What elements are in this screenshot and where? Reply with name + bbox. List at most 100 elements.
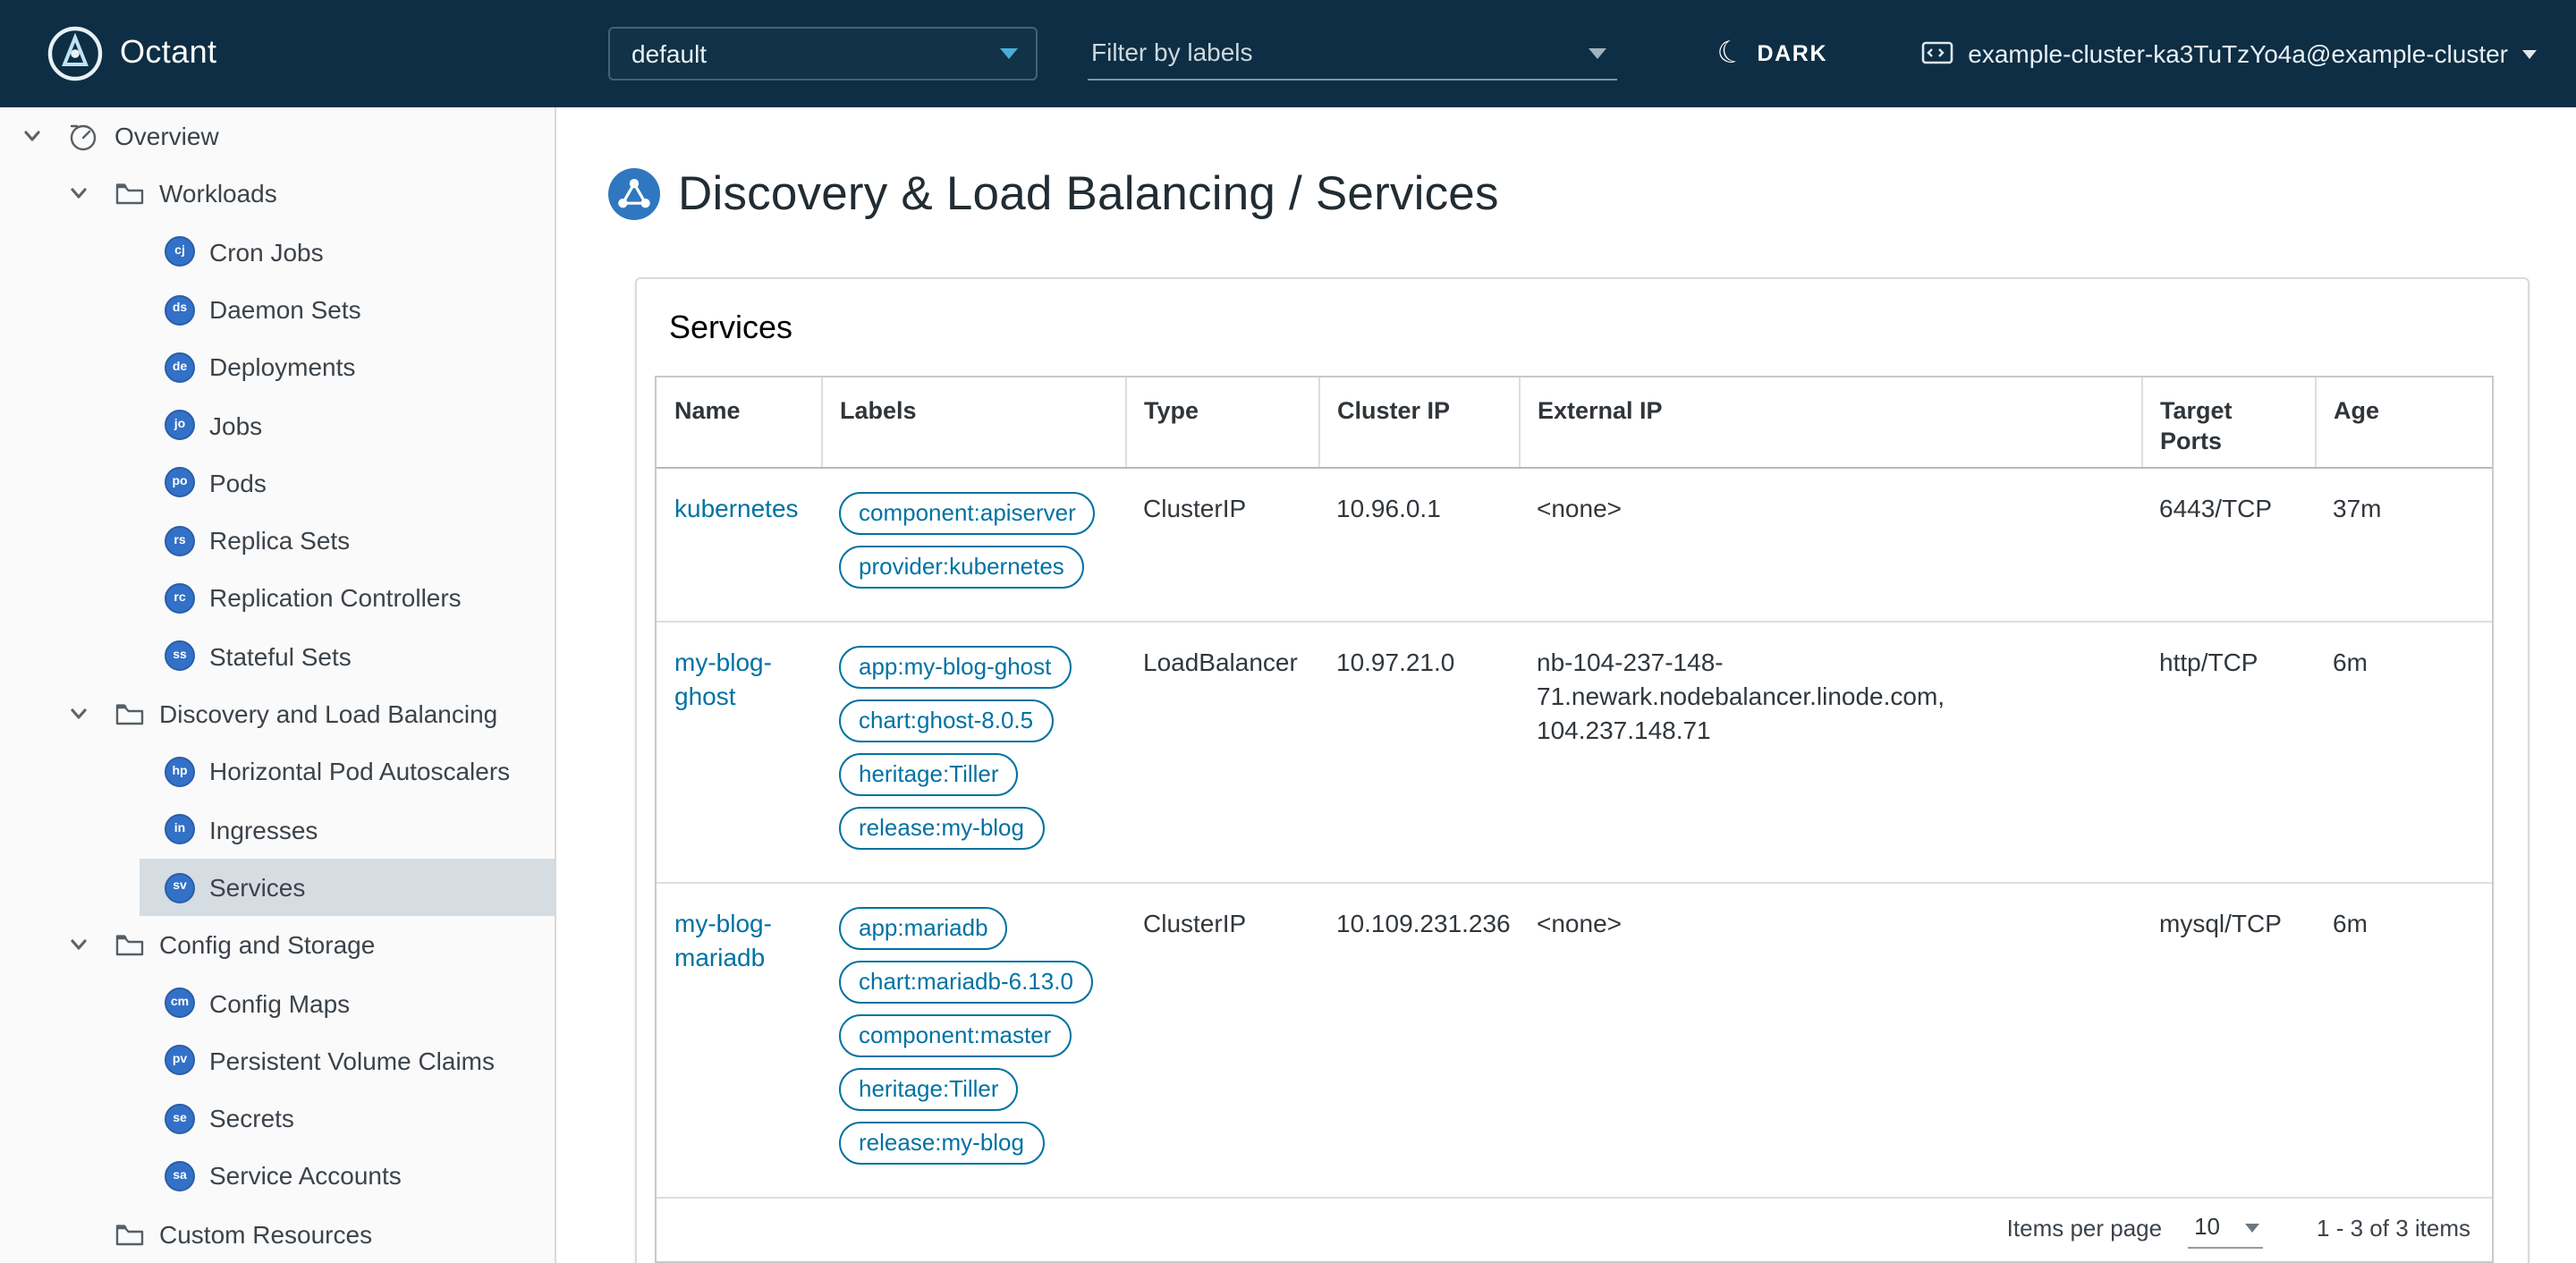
sidebar-item-cron-jobs[interactable]: cj Cron Jobs bbox=[140, 223, 555, 281]
table-row: kubernetes component:apiserver provider:… bbox=[657, 467, 2492, 623]
label-pill[interactable]: chart:ghost-8.0.5 bbox=[839, 699, 1054, 742]
cluster-ip: 10.97.21.0 bbox=[1318, 621, 1519, 884]
page-title: Discovery & Load Balancing / Services bbox=[678, 166, 1499, 220]
pvc-icon: pv bbox=[165, 1045, 195, 1076]
sidebar-item-label: Replication Controllers bbox=[209, 583, 462, 613]
sidebar-item-ingresses[interactable]: in Ingresses bbox=[140, 801, 555, 859]
namespace-select[interactable]: default bbox=[608, 27, 1038, 81]
chevron-down-icon bbox=[1589, 47, 1606, 58]
cluster-ip: 10.96.0.1 bbox=[1318, 467, 1519, 623]
serviceaccounts-icon: sa bbox=[165, 1160, 195, 1191]
chevron-down-icon[interactable] bbox=[68, 703, 89, 725]
sidebar-item-label: Ingresses bbox=[209, 815, 318, 844]
brand: Octant bbox=[47, 0, 216, 107]
services-card: Services Name Labels Type Cluster IP Ext… bbox=[635, 277, 2529, 1263]
main-content: Discovery & Load Balancing / Services Se… bbox=[556, 107, 2576, 1263]
label-pill[interactable]: app:mariadb bbox=[839, 906, 1008, 950]
label-pill[interactable]: component:apiserver bbox=[839, 491, 1096, 535]
label-pill[interactable]: release:my-blog bbox=[839, 806, 1044, 850]
sidebar-item-label: Jobs bbox=[209, 411, 263, 440]
sidebar-item-overview[interactable]: Overview bbox=[0, 107, 555, 165]
sidebar-item-secrets[interactable]: se Secrets bbox=[140, 1089, 555, 1148]
jobs-icon: jo bbox=[165, 410, 195, 441]
sidebar-item-discovery-and-load-balancing[interactable]: Discovery and Load Balancing bbox=[0, 685, 555, 743]
sidebar-item-custom-resources[interactable]: Custom Resources bbox=[0, 1205, 555, 1263]
sidebar-item-services[interactable]: sv Services bbox=[140, 858, 555, 917]
pods-icon: po bbox=[165, 467, 195, 498]
sidebar-item-label: Daemon Sets bbox=[209, 294, 361, 324]
page-header: Discovery & Load Balancing / Services bbox=[608, 163, 2529, 225]
label-pill[interactable]: app:my-blog-ghost bbox=[839, 645, 1072, 689]
cluster-context-label: example-cluster-ka3TuTzYo4a@example-clus… bbox=[1968, 38, 2508, 68]
sidebar-item-replica-sets[interactable]: rs Replica Sets bbox=[140, 512, 555, 570]
sidebar-item-label: Deployments bbox=[209, 352, 356, 382]
sidebar-item-label: Horizontal Pod Autoscalers bbox=[209, 757, 511, 786]
sidebar-item-replication-controllers[interactable]: rc Replication Controllers bbox=[140, 570, 555, 628]
statefulsets-icon: ss bbox=[165, 640, 195, 672]
table-row: my-blog-ghost app:my-blog-ghost chart:gh… bbox=[657, 621, 2492, 884]
service-type: ClusterIP bbox=[1143, 908, 1247, 937]
octant-app: Octant default Filter by labels ☾ DARK e… bbox=[0, 0, 2576, 1263]
label-pill[interactable]: component:master bbox=[839, 1013, 1072, 1057]
secrets-icon: se bbox=[165, 1103, 195, 1134]
sidebar-item-horizontal-pod-autoscalers[interactable]: hp Horizontal Pod Autoscalers bbox=[140, 743, 555, 801]
sidebar-item-label: Service Accounts bbox=[209, 1161, 402, 1191]
external-ip: <none> bbox=[1519, 467, 2141, 623]
sidebar-item-persistent-volume-claims[interactable]: pv Persistent Volume Claims bbox=[140, 1032, 555, 1090]
chevron-down-icon[interactable] bbox=[68, 183, 89, 205]
label-pill[interactable]: chart:mariadb-6.13.0 bbox=[839, 960, 1093, 1004]
sidebar-item-label: Cron Jobs bbox=[209, 237, 324, 267]
column-header-external-ip: External IP bbox=[1518, 377, 2141, 469]
service-type: ClusterIP bbox=[1125, 467, 1318, 623]
chevron-down-icon[interactable] bbox=[21, 125, 43, 147]
label-pill[interactable]: heritage:Tiller bbox=[839, 1067, 1019, 1111]
sidebar-item-jobs[interactable]: jo Jobs bbox=[140, 396, 555, 454]
sidebar-item-deployments[interactable]: de Deployments bbox=[140, 338, 555, 396]
octant-logo-icon bbox=[47, 25, 104, 82]
overview-icon bbox=[68, 121, 98, 151]
sidebar-item-config-maps[interactable]: cm Config Maps bbox=[140, 974, 555, 1032]
folder-icon bbox=[114, 933, 145, 958]
chevron-down-icon bbox=[1000, 48, 1018, 59]
table-header-row: Name Labels Type Cluster IP External IP … bbox=[657, 377, 2492, 469]
service-name-link[interactable]: kubernetes bbox=[674, 494, 799, 522]
folder-icon bbox=[114, 701, 145, 726]
label-filter-input[interactable]: Filter by labels bbox=[1088, 27, 1617, 81]
pagination-footer: Items per page 10 1 - 3 of 3 items bbox=[657, 1196, 2492, 1261]
age: 37m bbox=[2315, 467, 2492, 623]
sidebar-item-stateful-sets[interactable]: ss Stateful Sets bbox=[140, 627, 555, 685]
label-pill[interactable]: release:my-blog bbox=[839, 1121, 1044, 1165]
sidebar-item-pods[interactable]: po Pods bbox=[140, 454, 555, 513]
cronjobs-icon: cj bbox=[165, 236, 195, 267]
sidebar-item-config-and-storage[interactable]: Config and Storage bbox=[0, 916, 555, 974]
sidebar-item-label: Overview bbox=[114, 122, 219, 151]
configmaps-icon: cm bbox=[165, 988, 195, 1019]
cluster-context[interactable]: example-cluster-ka3TuTzYo4a@example-clus… bbox=[1921, 0, 2537, 107]
items-per-page-select[interactable]: 10 bbox=[2187, 1211, 2264, 1249]
chevron-down-icon bbox=[2522, 49, 2537, 58]
sidebar-item-daemon-sets[interactable]: ds Daemon Sets bbox=[140, 281, 555, 339]
column-header-target-ports: Target Ports bbox=[2140, 377, 2315, 469]
theme-toggle-button[interactable]: ☾ DARK bbox=[1713, 0, 1827, 107]
sidebar-item-service-accounts[interactable]: sa Service Accounts bbox=[140, 1148, 555, 1206]
sidebar-item-label: Custom Resources bbox=[159, 1219, 373, 1249]
age: 6m bbox=[2333, 908, 2368, 937]
moon-icon: ☾ bbox=[1713, 32, 1749, 73]
replicasets-icon: rs bbox=[165, 525, 195, 556]
sidebar-item-workloads[interactable]: Workloads bbox=[0, 165, 555, 224]
replicationcontrollers-icon: rc bbox=[165, 583, 195, 615]
app-title: Octant bbox=[120, 34, 217, 71]
column-header-type: Type bbox=[1124, 377, 1318, 469]
label-pill[interactable]: provider:kubernetes bbox=[839, 545, 1084, 589]
cluster-ip: 10.109.231.236 bbox=[1336, 908, 1511, 937]
external-ip: nb-104-237-148-71.newark.nodebalancer.li… bbox=[1519, 621, 2141, 884]
pagination-range-text: 1 - 3 of 3 items bbox=[2317, 1214, 2470, 1242]
label-pill[interactable]: heritage:Tiller bbox=[839, 752, 1019, 796]
cluster-icon bbox=[1921, 41, 1953, 66]
column-header-cluster-ip: Cluster IP bbox=[1318, 377, 1519, 469]
deployments-icon: de bbox=[165, 352, 195, 383]
service-name-link[interactable]: my-blog-ghost bbox=[674, 648, 772, 710]
folder-icon bbox=[114, 1222, 145, 1247]
chevron-down-icon[interactable] bbox=[68, 935, 89, 956]
service-name-link[interactable]: my-blog-mariadb bbox=[674, 909, 772, 971]
